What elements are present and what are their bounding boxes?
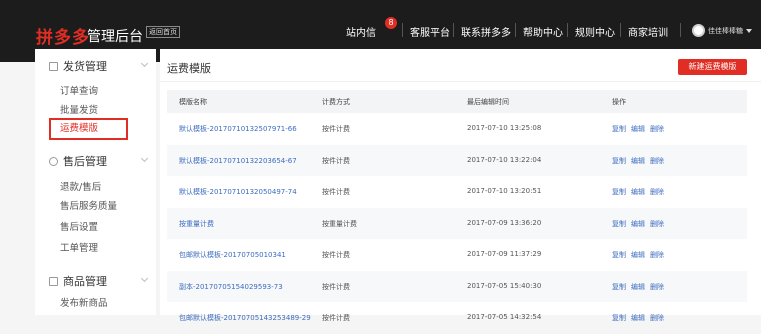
sidebar-item-refunds[interactable]: 退款/售后 xyxy=(60,179,101,193)
brand-logo[interactable]: 拼多多 xyxy=(36,23,90,48)
sidebar-item-service-quality[interactable]: 售后服务质量 xyxy=(60,198,117,212)
last-edit-time: 2017-07-10 13:22:04 xyxy=(467,155,542,164)
admin-subtitle: 管理后台 xyxy=(87,29,143,45)
nav-help-center[interactable]: 帮助中心 xyxy=(523,24,563,39)
last-edit-time: 2017-07-05 14:32:54 xyxy=(467,313,542,321)
column-header-actions: 操作 xyxy=(612,98,626,106)
delete-button[interactable]: 删除 xyxy=(650,156,664,166)
last-edit-time: 2017-07-09 13:36:20 xyxy=(467,218,542,227)
table-row: 副本-20170705154029593-73 按件计费 2017-07-05 15… xyxy=(167,270,747,302)
nav-divider xyxy=(620,23,621,37)
edit-button[interactable]: 编辑 xyxy=(631,124,645,134)
nav-rules-center[interactable]: 规则中心 xyxy=(575,24,615,39)
template-name-link[interactable]: 默认模板-20170710132203654-67 xyxy=(179,156,297,166)
copy-button[interactable]: 复制 xyxy=(612,156,626,166)
chevron-down-icon[interactable] xyxy=(746,29,752,33)
billing-method: 按件计费 xyxy=(322,251,350,259)
table-row: 包邮默认模板-20170705010341 按件计费 2017-07-09 11:3… xyxy=(167,239,747,271)
last-edit-time: 2017-07-10 13:25:08 xyxy=(467,124,542,132)
nav-divider xyxy=(680,23,681,37)
section-label: 商品管理 xyxy=(63,275,107,288)
last-edit-time: 2017-07-10 13:20:51 xyxy=(467,187,542,195)
return-home-link[interactable]: 返回首页 xyxy=(146,26,180,38)
avatar[interactable] xyxy=(692,24,705,37)
template-name-link[interactable]: 按重量计费 xyxy=(179,219,214,229)
divider xyxy=(160,81,761,82)
sidebar-item-new-product[interactable]: 发布新商品 xyxy=(60,295,108,309)
user-name[interactable]: 佳佳棒棒糖 xyxy=(708,26,743,36)
nav-merchant-training[interactable]: 商家培训 xyxy=(628,24,668,39)
table-row: 按重量计费 按重量计费 2017-07-09 13:36:20 复制 编辑 删除 xyxy=(167,207,747,239)
copy-button[interactable]: 复制 xyxy=(612,250,626,260)
nav-divider xyxy=(515,23,516,37)
template-name-link[interactable]: 副本-20170705154029593-73 xyxy=(179,282,283,292)
sidebar-item-work-orders[interactable]: 工单管理 xyxy=(60,240,98,254)
copy-button[interactable]: 复制 xyxy=(612,187,626,197)
nav-contact[interactable]: 联系拼多多 xyxy=(461,24,511,39)
template-table: 模版名称 计费方式 最后编辑时间 操作 默认模板-201707101325079… xyxy=(167,90,747,334)
billing-method: 按件计费 xyxy=(322,156,350,165)
nav-divider xyxy=(567,23,568,37)
message-count-badge: 8 xyxy=(385,17,397,29)
edit-button[interactable]: 编辑 xyxy=(631,282,645,292)
column-header-name: 模版名称 xyxy=(179,98,207,106)
copy-button[interactable]: 复制 xyxy=(612,124,626,134)
table-header: 模版名称 计费方式 最后编辑时间 操作 xyxy=(167,90,747,113)
table-row: 包邮默认模板-20170705143253489-29 按件计费 2017-07-0… xyxy=(167,302,747,334)
page-title: 运费模版 xyxy=(167,62,211,75)
sidebar-section-after-sales[interactable]: 售后管理 xyxy=(49,153,107,169)
service-icon xyxy=(49,157,58,166)
billing-method: 按重量计费 xyxy=(322,219,357,228)
nav-divider xyxy=(453,23,454,37)
chevron-down-icon[interactable] xyxy=(140,59,149,68)
sidebar-section-products[interactable]: 商品管理 xyxy=(49,273,107,289)
template-name-link[interactable]: 包邮默认模板-20170705010341 xyxy=(179,250,286,260)
chevron-down-icon[interactable] xyxy=(140,274,149,283)
sidebar: 发货管理 订单查询 批量发货 运费模版 售后管理 退款/售后 售后服务质量 售后… xyxy=(35,49,156,315)
last-edit-time: 2017-07-09 11:37:29 xyxy=(467,250,542,258)
edit-button[interactable]: 编辑 xyxy=(631,156,645,166)
template-name-link[interactable]: 默认模板-20170710132050497-74 xyxy=(179,187,297,197)
sidebar-item-freight-template[interactable]: 运费模版 xyxy=(49,118,128,140)
edit-button[interactable]: 编辑 xyxy=(631,250,645,260)
nav-divider xyxy=(402,23,403,37)
table-body: 默认模板-20170710132507971-66 按件计费 2017-07-10 … xyxy=(167,113,747,334)
edit-button[interactable]: 编辑 xyxy=(631,219,645,229)
sidebar-item-order-query[interactable]: 订单查询 xyxy=(60,83,98,97)
copy-button[interactable]: 复制 xyxy=(612,282,626,292)
billing-method: 按件计费 xyxy=(322,188,350,196)
sidebar-section-shipping[interactable]: 发货管理 xyxy=(49,58,107,74)
main-panel: 运费模版 新建运费模版 模版名称 计费方式 最后编辑时间 操作 默认模板-201… xyxy=(160,49,761,322)
new-template-button[interactable]: 新建运费模版 xyxy=(678,59,747,75)
table-row: 默认模板-20170710132050497-74 按件计费 2017-07-10 … xyxy=(167,176,747,208)
nav-inbox[interactable]: 站内信 xyxy=(346,24,376,39)
edit-button[interactable]: 编辑 xyxy=(631,187,645,197)
nav-customer-service[interactable]: 客服平台 xyxy=(410,24,450,39)
sidebar-item-batch-shipping[interactable]: 批量发货 xyxy=(60,102,98,116)
section-label: 售后管理 xyxy=(63,155,107,168)
delete-button[interactable]: 删除 xyxy=(650,282,664,292)
column-header-time: 最后编辑时间 xyxy=(467,98,509,106)
column-header-billing: 计费方式 xyxy=(322,98,350,106)
sidebar-item-after-sales-settings[interactable]: 售后设置 xyxy=(60,219,98,233)
last-edit-time: 2017-07-05 15:40:30 xyxy=(467,281,542,290)
bag-icon xyxy=(49,277,58,286)
template-name-link[interactable]: 默认模板-20170710132507971-66 xyxy=(179,124,297,134)
copy-button[interactable]: 复制 xyxy=(612,219,626,229)
delete-button[interactable]: 删除 xyxy=(650,219,664,229)
billing-method: 按件计费 xyxy=(322,282,350,291)
delete-button[interactable]: 删除 xyxy=(650,250,664,260)
chevron-down-icon[interactable] xyxy=(140,154,149,163)
document-icon xyxy=(49,62,58,71)
table-row: 默认模板-20170710132507971-66 按件计费 2017-07-10 … xyxy=(167,113,747,145)
billing-method: 按件计费 xyxy=(322,125,350,133)
delete-button[interactable]: 删除 xyxy=(650,124,664,134)
delete-button[interactable]: 删除 xyxy=(650,187,664,197)
table-row: 默认模板-20170710132203654-67 按件计费 2017-07-10 … xyxy=(167,144,747,176)
section-label: 发货管理 xyxy=(63,60,107,73)
